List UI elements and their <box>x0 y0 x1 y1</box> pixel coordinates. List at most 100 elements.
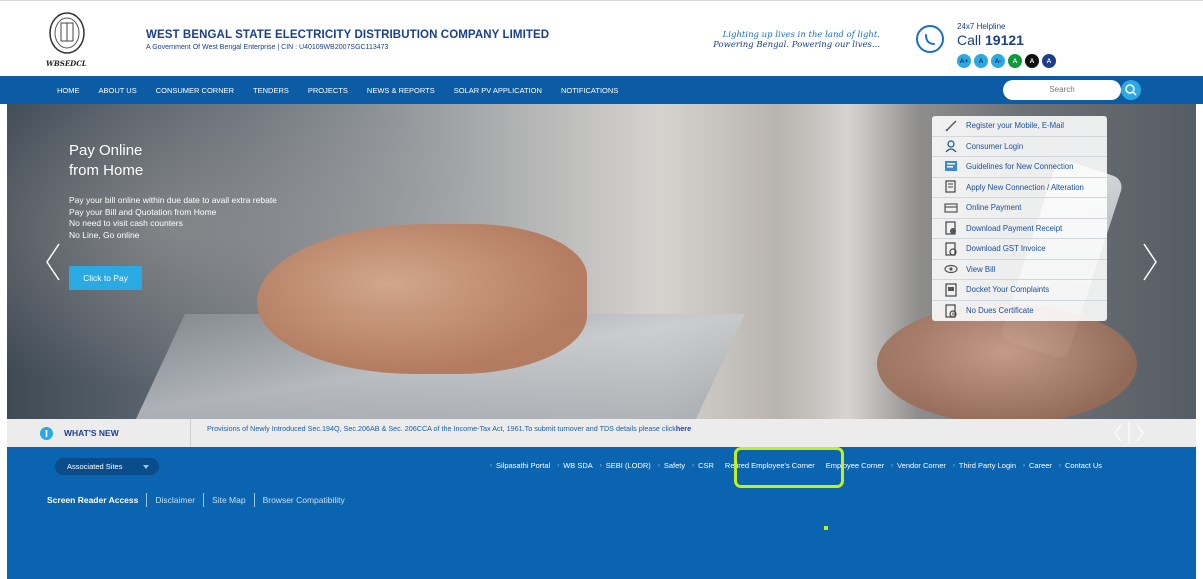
chevron-right-icon <box>1143 243 1157 281</box>
disclaimer-link[interactable]: Disclaimer <box>155 495 195 505</box>
search-input[interactable] <box>1003 80 1121 100</box>
contrast-black-button[interactable]: A <box>1025 54 1039 68</box>
footer-link-safety[interactable]: › Safety <box>658 461 685 470</box>
quick-link-register-mobile[interactable]: Register your Mobile, E-Mail <box>932 116 1107 137</box>
footer-link-career[interactable]: › Career <box>1023 461 1052 470</box>
invoice-icon <box>942 242 960 256</box>
nav-item-tenders[interactable]: TENDERS <box>253 86 289 95</box>
company-subtitle: A Government Of West Bengal Enterprise |… <box>146 44 389 51</box>
nav-list: HOME ABOUT US CONSUMER CORNER TENDERS PR… <box>57 76 637 104</box>
arrow-right-icon: › <box>952 462 955 469</box>
screen-reader-access-link[interactable]: Screen Reader Access <box>47 495 138 505</box>
footer-link-contact-us[interactable]: › Contact Us <box>1059 461 1102 470</box>
footer-link-label: Safety <box>663 461 686 470</box>
chevron-left-icon <box>46 243 60 281</box>
search-button[interactable] <box>1121 80 1141 100</box>
slider-next-button[interactable] <box>1140 242 1160 282</box>
whats-new-label: WHAT'S NEW <box>64 428 119 438</box>
quick-link-guidelines[interactable]: Guidelines for New Connection <box>932 157 1107 178</box>
news-nav-arrows-icon[interactable] <box>1107 419 1196 447</box>
arrow-right-icon: › <box>599 462 602 469</box>
font-decrease-button[interactable]: A- <box>991 54 1005 68</box>
footer-link-wbsda[interactable]: › WB SDA <box>557 461 593 470</box>
receipt-icon <box>942 221 960 235</box>
quick-link-online-payment[interactable]: Online Payment <box>932 198 1107 219</box>
slide-line: No need to visit cash counters <box>69 218 183 228</box>
click-to-pay-button[interactable]: Click to Pay <box>69 266 142 290</box>
tagline: Lighting up lives in the land of light. … <box>690 30 880 50</box>
helpline-number: 19121 <box>985 32 1024 48</box>
company-name: WEST BENGAL STATE ELECTRICITY DISTRIBUTI… <box>146 29 550 41</box>
helpline-call: Call 19121 <box>957 32 1024 48</box>
quick-link-gst-invoice[interactable]: Download GST Invoice <box>932 239 1107 260</box>
news-nav <box>1107 419 1196 447</box>
highlight-annotation <box>734 447 844 488</box>
footer-link-label: WB SDA <box>563 461 593 470</box>
quick-link-apply-connection[interactable]: Apply New Connection / Alteration <box>932 178 1107 198</box>
quick-link-no-dues[interactable]: No Dues Certificate <box>932 301 1107 322</box>
nav-item-projects[interactable]: PROJECTS <box>308 86 348 95</box>
quick-link-label: Consumer Login <box>966 141 1024 151</box>
news-ticker-text: Provisions of Newly Introduced Sec.194Q,… <box>207 424 691 433</box>
arrow-right-icon: › <box>891 462 894 469</box>
nav-item-news-reports[interactable]: NEWS & REPORTS <box>367 86 435 95</box>
slide-title: Pay Online from Home <box>69 141 143 181</box>
nav-item-about-us[interactable]: ABOUT US <box>99 86 137 95</box>
quick-links-panel: Register your Mobile, E-Mail Consumer Lo… <box>932 116 1107 321</box>
phone-icon <box>916 25 944 53</box>
footer-link-silpasathi[interactable]: › Silpasathi Portal <box>490 461 550 470</box>
contrast-blue-button[interactable]: A <box>1042 54 1056 68</box>
arrow-right-icon: › <box>657 462 660 469</box>
helpline-call-label: Call <box>957 32 982 48</box>
user-icon <box>942 139 960 153</box>
page: WBSEDCL WEST BENGAL STATE ELECTRICITY DI… <box>0 0 1203 579</box>
quick-link-label: Download GST Invoice <box>966 244 1046 254</box>
divider <box>253 493 255 507</box>
associated-sites-dropdown[interactable]: Associated Sites <box>55 458 159 475</box>
nav-item-home[interactable]: HOME <box>57 86 80 95</box>
browser-compatibility-link[interactable]: Browser Compatibility <box>263 495 345 505</box>
whats-new-bar: WHAT'S NEW Provisions of Newly Introduce… <box>7 419 1196 447</box>
divider <box>203 493 205 507</box>
footer-link-sebi[interactable]: › SEBI (LODR) <box>600 461 651 470</box>
company-logo[interactable]: WBSEDCL <box>46 11 88 71</box>
font-normal-button[interactable]: A <box>974 54 988 68</box>
pencil-icon <box>942 119 960 133</box>
slide-title-line-1: Pay Online <box>69 142 143 159</box>
footer-link-third-party-login[interactable]: › Third Party Login <box>953 461 1016 470</box>
quick-link-label: Apply New Connection / Alteration <box>966 182 1084 192</box>
slide-line: No Line, Go online <box>69 229 140 240</box>
quick-link-label: Docket Your Complaints <box>966 285 1050 295</box>
nav-item-solar-pv[interactable]: SOLAR PV APPLICATION <box>454 86 542 95</box>
nav-item-notifications[interactable]: NOTIFICATIONS <box>561 86 618 95</box>
nav-item-consumer-corner[interactable]: CONSUMER CORNER <box>156 86 234 95</box>
slide-line: Pay your bill online within due date to … <box>69 195 277 205</box>
arrow-right-icon: › <box>490 462 492 469</box>
quick-link-payment-receipt[interactable]: Download Payment Receipt <box>932 219 1107 239</box>
arrow-right-icon: › <box>1058 462 1061 469</box>
footer-link-label: Third Party Login <box>958 461 1016 470</box>
slide-line: Pay your Bill and Quotation from Home <box>69 206 217 217</box>
font-increase-button[interactable]: A+ <box>957 54 971 68</box>
footer-link-csr[interactable]: › CSR <box>692 461 714 470</box>
divider <box>146 493 148 507</box>
quick-link-docket-complaints[interactable]: Docket Your Complaints <box>932 280 1107 301</box>
annotation-dot <box>824 526 828 530</box>
site-map-link[interactable]: Site Map <box>212 495 246 505</box>
arrow-right-icon: › <box>1023 462 1025 469</box>
certificate-icon <box>942 304 960 318</box>
arrow-right-icon: › <box>557 462 560 469</box>
guidelines-icon <box>942 160 960 174</box>
eye-icon <box>942 262 960 276</box>
quick-link-consumer-login[interactable]: Consumer Login <box>932 137 1107 157</box>
card-icon <box>942 201 960 215</box>
quick-link-view-bill[interactable]: View Bill <box>932 260 1107 280</box>
footer-link-label: Contact Us <box>1064 461 1103 470</box>
contrast-green-button[interactable]: A <box>1008 54 1022 68</box>
footer-link-label: Career <box>1029 461 1052 470</box>
associated-sites-label: Associated Sites <box>67 462 123 471</box>
info-icon <box>40 427 53 440</box>
slider-prev-button[interactable] <box>43 242 63 282</box>
news-ticker-link[interactable]: here <box>676 424 691 433</box>
footer-link-vendor-corner[interactable]: › Vendor Corner <box>891 461 946 470</box>
